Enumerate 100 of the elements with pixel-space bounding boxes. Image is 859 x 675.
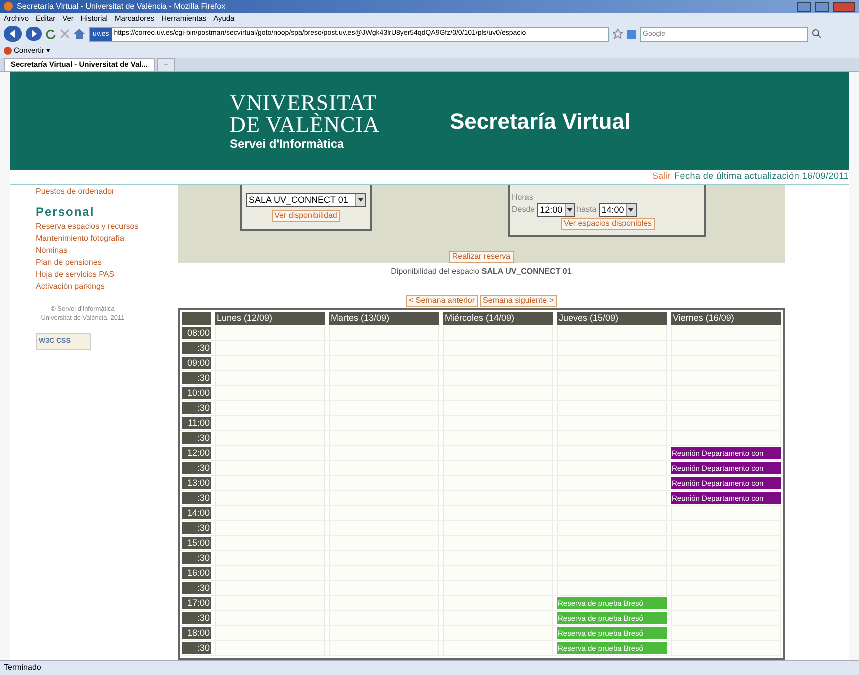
empty-slot-cell[interactable] — [443, 536, 553, 550]
empty-slot-cell[interactable] — [329, 446, 439, 460]
empty-slot-cell[interactable] — [671, 356, 781, 370]
week-nav-button[interactable]: < Semana anterior — [406, 295, 478, 307]
empty-slot-cell[interactable] — [671, 566, 781, 580]
stop-icon[interactable] — [60, 29, 70, 39]
empty-slot-cell[interactable] — [671, 581, 781, 595]
empty-slot-cell[interactable] — [557, 416, 667, 430]
empty-slot-cell[interactable] — [671, 431, 781, 445]
empty-slot-cell[interactable] — [215, 506, 325, 520]
empty-slot-cell[interactable] — [671, 341, 781, 355]
sidebar-link[interactable]: Nóminas — [36, 245, 178, 257]
empty-slot-cell[interactable] — [329, 566, 439, 580]
empty-slot-cell[interactable] — [215, 401, 325, 415]
empty-slot-cell[interactable] — [329, 506, 439, 520]
end-time-select[interactable]: 14:00 — [598, 203, 637, 217]
empty-slot-cell[interactable] — [557, 431, 667, 445]
empty-slot-cell[interactable] — [215, 326, 325, 340]
empty-slot-cell[interactable] — [443, 566, 553, 580]
maximize-button[interactable] — [815, 2, 829, 12]
empty-slot-cell[interactable] — [557, 326, 667, 340]
empty-slot-cell[interactable] — [329, 356, 439, 370]
empty-slot-cell[interactable] — [443, 476, 553, 490]
empty-slot-cell[interactable] — [671, 416, 781, 430]
empty-slot-cell[interactable] — [557, 371, 667, 385]
empty-slot-cell[interactable] — [671, 401, 781, 415]
empty-slot-cell[interactable] — [329, 431, 439, 445]
empty-slot-cell[interactable] — [215, 446, 325, 460]
empty-slot-cell[interactable] — [443, 341, 553, 355]
empty-slot-cell[interactable] — [215, 416, 325, 430]
empty-slot-cell[interactable] — [443, 521, 553, 535]
empty-slot-cell[interactable] — [443, 356, 553, 370]
empty-slot-cell[interactable] — [671, 611, 781, 625]
empty-slot-cell[interactable] — [329, 626, 439, 640]
empty-slot-cell[interactable] — [215, 371, 325, 385]
empty-slot-cell[interactable] — [557, 491, 667, 505]
empty-slot-cell[interactable] — [443, 386, 553, 400]
empty-slot-cell[interactable] — [443, 326, 553, 340]
sidebar-link[interactable]: Hoja de servicios PAS — [36, 269, 178, 281]
empty-slot-cell[interactable] — [329, 461, 439, 475]
book-button[interactable]: Realizar reserva — [449, 251, 514, 263]
empty-slot-cell[interactable] — [443, 461, 553, 475]
search-engine-icon[interactable] — [627, 30, 636, 38]
empty-slot-cell[interactable] — [215, 611, 325, 625]
empty-slot-cell[interactable] — [443, 416, 553, 430]
empty-slot-cell[interactable] — [215, 461, 325, 475]
empty-slot-cell[interactable] — [443, 611, 553, 625]
home-icon[interactable] — [74, 29, 85, 39]
empty-slot-cell[interactable] — [443, 431, 553, 445]
empty-slot-cell[interactable] — [329, 401, 439, 415]
empty-slot-cell[interactable] — [329, 536, 439, 550]
empty-slot-cell[interactable] — [215, 386, 325, 400]
start-time-select[interactable]: 12:00 — [537, 203, 576, 217]
empty-slot-cell[interactable] — [329, 341, 439, 355]
close-button[interactable] — [833, 2, 855, 12]
empty-slot-cell[interactable] — [215, 641, 325, 655]
empty-slot-cell[interactable] — [215, 431, 325, 445]
empty-slot-cell[interactable] — [215, 491, 325, 505]
empty-slot-cell[interactable] — [443, 626, 553, 640]
empty-slot-cell[interactable] — [671, 326, 781, 340]
sidebar-link[interactable]: Reserva espacios y recursos — [36, 221, 178, 233]
week-nav-button[interactable]: Semana siguiente > — [480, 295, 557, 307]
empty-slot-cell[interactable] — [215, 596, 325, 610]
star-icon[interactable] — [613, 29, 623, 39]
empty-slot-cell[interactable] — [557, 461, 667, 475]
sidebar-link[interactable]: Mantenimiento fotografía — [36, 233, 178, 245]
empty-slot-cell[interactable] — [329, 416, 439, 430]
empty-slot-cell[interactable] — [671, 626, 781, 640]
empty-slot-cell[interactable] — [329, 386, 439, 400]
empty-slot-cell[interactable] — [215, 536, 325, 550]
empty-slot-cell[interactable] — [557, 536, 667, 550]
empty-slot-cell[interactable] — [215, 551, 325, 565]
sidebar-link[interactable]: Plan de pensiones — [36, 257, 178, 269]
empty-slot-cell[interactable] — [443, 446, 553, 460]
empty-slot-cell[interactable] — [443, 581, 553, 595]
empty-slot-cell[interactable] — [557, 446, 667, 460]
empty-slot-cell[interactable] — [329, 476, 439, 490]
empty-slot-cell[interactable] — [215, 341, 325, 355]
empty-slot-cell[interactable] — [443, 596, 553, 610]
empty-slot-cell[interactable] — [443, 491, 553, 505]
sidebar-link[interactable]: Activación parkings — [36, 281, 178, 293]
empty-slot-cell[interactable] — [557, 356, 667, 370]
empty-slot-cell[interactable] — [215, 581, 325, 595]
empty-slot-cell[interactable] — [443, 506, 553, 520]
empty-slot-cell[interactable] — [443, 641, 553, 655]
empty-slot-cell[interactable] — [329, 641, 439, 655]
empty-slot-cell[interactable] — [671, 641, 781, 655]
empty-slot-cell[interactable] — [557, 401, 667, 415]
empty-slot-cell[interactable] — [557, 581, 667, 595]
empty-slot-cell[interactable] — [215, 356, 325, 370]
empty-slot-cell[interactable] — [329, 326, 439, 340]
available-spaces-button[interactable]: Ver espacios disponibles — [560, 218, 656, 230]
empty-slot-cell[interactable] — [557, 506, 667, 520]
empty-slot-cell[interactable] — [671, 551, 781, 565]
empty-slot-cell[interactable] — [557, 476, 667, 490]
empty-slot-cell[interactable] — [329, 581, 439, 595]
empty-slot-cell[interactable] — [557, 566, 667, 580]
back-button[interactable] — [4, 26, 22, 42]
search-icon[interactable] — [812, 29, 822, 39]
empty-slot-cell[interactable] — [329, 491, 439, 505]
